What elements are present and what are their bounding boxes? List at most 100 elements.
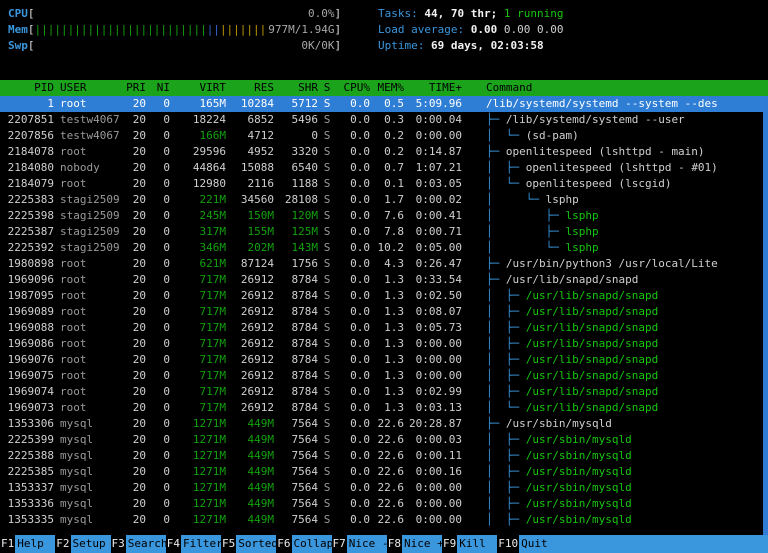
process-row[interactable]: 2225399 mysql 20 0 1271M 449M 7564 S 0.0… [0, 432, 768, 448]
cell-pri: 20 [120, 368, 146, 384]
function-key[interactable]: F5 Sorted [221, 535, 276, 553]
cell-user: root [54, 256, 120, 272]
cmd-tree-branch: ├─ [486, 273, 506, 286]
cell-pri: 20 [120, 256, 146, 272]
column-header-pri[interactable]: PRI [120, 80, 146, 96]
process-row[interactable]: 1969096 root 20 0 717M 26912 8784 S 0.0 … [0, 272, 768, 288]
mem-meter: Mem[|||||||||||||||||||||||||||||||||||9… [8, 22, 370, 38]
cell-ni: 0 [146, 416, 170, 432]
cmd-tree-branch: │ ├─ [486, 209, 565, 222]
process-row[interactable]: 1 root 20 0 165M 10284 5712 S 0.0 0.5 5:… [0, 96, 768, 112]
cell-res: 87124 [226, 256, 274, 272]
function-key[interactable]: F9 Kill [442, 535, 497, 553]
load-average-rest: 0.00 0.00 [504, 23, 564, 36]
function-key[interactable]: F4 Filter [166, 535, 221, 553]
cell-time: 1:07.21 [404, 160, 462, 176]
process-row[interactable]: 1353336 mysql 20 0 1271M 449M 7564 S 0.0… [0, 496, 768, 512]
process-row[interactable]: 1980898 root 20 0 621M 87124 1756 S 0.0 … [0, 256, 768, 272]
scrollbar[interactable] [763, 96, 768, 535]
column-header-ni[interactable]: NI [146, 80, 170, 96]
function-key[interactable]: F6 Collap [276, 535, 331, 553]
column-header-user[interactable]: USER [54, 80, 120, 96]
cell-virt: 245M [170, 208, 226, 224]
process-row[interactable]: 2184078 root 20 0 29596 4952 3320 S 0.0 … [0, 144, 768, 160]
process-row[interactable]: 1969074 root 20 0 717M 26912 8784 S 0.0 … [0, 384, 768, 400]
cmd-text: /usr/sbin/mysqld [526, 513, 632, 526]
cmd-tree-branch: ├─ [486, 113, 506, 126]
cell-shr: 8784 [274, 352, 318, 368]
column-header-time[interactable]: TIME+ [404, 80, 462, 96]
cell-pri: 20 [120, 512, 146, 528]
cell-pid: 1969075 [0, 368, 54, 384]
function-key[interactable]: F1 Help [0, 535, 55, 553]
cell-mem: 1.3 [370, 336, 404, 352]
process-row[interactable]: 1969075 root 20 0 717M 26912 8784 S 0.0 … [0, 368, 768, 384]
footer-filler [559, 535, 768, 553]
function-key[interactable]: F10 Quit [497, 535, 559, 553]
cell-shr: 8784 [274, 272, 318, 288]
function-key[interactable]: F3 Search [111, 535, 166, 553]
cmd-tree-branch: │ └─ [486, 401, 526, 414]
function-key[interactable]: F8 Nice + [387, 535, 442, 553]
function-key-bar: F1 Help F2 Setup F3 Search F4 Filter F5 … [0, 535, 768, 553]
cell-mem: 22.6 [370, 464, 404, 480]
mem-meter-value: 977M/1.94G [268, 22, 334, 38]
cell-res: 6852 [226, 112, 274, 128]
cell-ni: 0 [146, 208, 170, 224]
cell-mem: 7.6 [370, 208, 404, 224]
process-row[interactable]: 2225387 stagi2509 20 0 317M 155M 125M S … [0, 224, 768, 240]
process-row[interactable]: 2225383 stagi2509 20 0 221M 34560 28108 … [0, 192, 768, 208]
column-header-res[interactable]: RES [226, 80, 274, 96]
process-row[interactable]: 2184079 root 20 0 12980 2116 1188 S 0.0 … [0, 176, 768, 192]
process-row[interactable]: 1353335 mysql 20 0 1271M 449M 7564 S 0.0… [0, 512, 768, 528]
cell-cpu: 0.0 [336, 480, 370, 496]
cmd-text: /usr/lib/snapd/snapd [526, 401, 658, 414]
cell-pid: 1969076 [0, 352, 54, 368]
cell-command: │ ├─ /usr/sbin/mysqld [462, 480, 768, 496]
process-row[interactable]: 1987095 root 20 0 717M 26912 8784 S 0.0 … [0, 288, 768, 304]
function-key[interactable]: F2 Setup [55, 535, 110, 553]
cell-res: 449M [226, 496, 274, 512]
column-header-mem[interactable]: MEM% [370, 80, 404, 96]
uptime: Uptime: 69 days, 02:03:58 [378, 38, 563, 54]
column-header-pid[interactable]: PID [0, 80, 54, 96]
cell-command: │ ├─ /usr/lib/snapd/snapd [462, 384, 768, 400]
cell-ni: 0 [146, 432, 170, 448]
cell-res: 26912 [226, 304, 274, 320]
cell-user: root [54, 320, 120, 336]
cell-time: 0:00.02 [404, 192, 462, 208]
process-row[interactable]: 2225385 mysql 20 0 1271M 449M 7564 S 0.0… [0, 464, 768, 480]
process-row[interactable]: 2184080 nobody 20 0 44864 15088 6540 S 0… [0, 160, 768, 176]
cell-mem: 22.6 [370, 480, 404, 496]
cmd-tree-branch: │ ├─ [486, 497, 526, 510]
swp-meter: Swp[0K/0K] [8, 38, 370, 54]
tasks-summary: Tasks: 44, 70 thr; 1 running [378, 6, 563, 22]
cmd-text: /lib/systemd/systemd --system --des [486, 97, 718, 110]
process-row[interactable]: 1353337 mysql 20 0 1271M 449M 7564 S 0.0… [0, 480, 768, 496]
process-row[interactable]: 1353306 mysql 20 0 1271M 449M 7564 S 0.0… [0, 416, 768, 432]
process-row[interactable]: 1969086 root 20 0 717M 26912 8784 S 0.0 … [0, 336, 768, 352]
cell-res: 26912 [226, 288, 274, 304]
cell-mem: 1.3 [370, 304, 404, 320]
function-key[interactable]: F7 Nice - [332, 535, 387, 553]
cell-cpu: 0.0 [336, 416, 370, 432]
process-row[interactable]: 2225392 stagi2509 20 0 346M 202M 143M S … [0, 240, 768, 256]
column-header-cpu[interactable]: CPU% [336, 80, 370, 96]
process-row[interactable]: 1969076 root 20 0 717M 26912 8784 S 0.0 … [0, 352, 768, 368]
cell-pid: 2225388 [0, 448, 54, 464]
process-row[interactable]: 1969073 root 20 0 717M 26912 8784 S 0.0 … [0, 400, 768, 416]
column-header-shr[interactable]: SHR [274, 80, 318, 96]
process-row[interactable]: 2225398 stagi2509 20 0 245M 150M 120M S … [0, 208, 768, 224]
column-header-command[interactable]: Command [462, 80, 768, 96]
process-row[interactable]: 1969088 root 20 0 717M 26912 8784 S 0.0 … [0, 320, 768, 336]
column-header-virt[interactable]: VIRT [170, 80, 226, 96]
cell-virt: 1271M [170, 416, 226, 432]
column-header-state[interactable]: S [318, 80, 336, 96]
process-row[interactable]: 2207851 testw4067 20 0 18224 6852 5496 S… [0, 112, 768, 128]
cell-pid: 1353337 [0, 480, 54, 496]
process-row[interactable]: 2225388 mysql 20 0 1271M 449M 7564 S 0.0… [0, 448, 768, 464]
cell-user: root [54, 288, 120, 304]
cmd-text: /usr/sbin/mysqld [526, 433, 632, 446]
process-row[interactable]: 2207856 testw4067 20 0 166M 4712 0 S 0.0… [0, 128, 768, 144]
process-row[interactable]: 1969089 root 20 0 717M 26912 8784 S 0.0 … [0, 304, 768, 320]
